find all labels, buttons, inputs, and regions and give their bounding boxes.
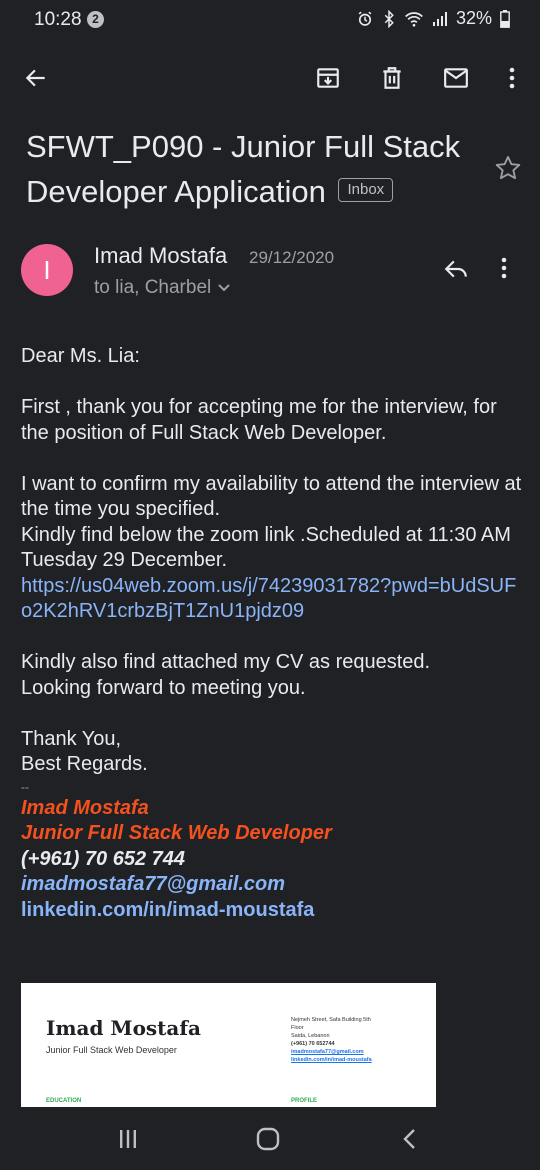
- email-body: Dear Ms. Lia: First , thank you for acce…: [21, 344, 526, 923]
- alarm-icon: [356, 10, 374, 28]
- body-paragraph-1: First , thank you for accepting me for t…: [21, 396, 497, 444]
- notification-count-badge: 2: [87, 11, 104, 28]
- chevron-down-icon: [217, 277, 231, 299]
- more-vert-icon[interactable]: [496, 62, 528, 94]
- cv-contact-block: Nejmeh Street, Safa Building 5th Floor S…: [291, 1016, 421, 1064]
- cv-attachment-preview[interactable]: Imad Mostafa Junior Full Stack Web Devel…: [21, 983, 436, 1107]
- arrow-back-icon[interactable]: [20, 62, 52, 94]
- nav-back-icon[interactable]: [394, 1125, 426, 1153]
- cv-section-education: EDUCATION: [46, 1098, 82, 1104]
- closing-line-2: Best Regards.: [21, 753, 148, 775]
- cv-address-line-2: Floor: [291, 1025, 304, 1031]
- signature-title: Junior Full Stack Web Developer: [21, 822, 332, 844]
- signature-separator: --: [21, 779, 29, 794]
- recipients-toggle[interactable]: to lia, Charbel: [94, 277, 231, 299]
- body-paragraph-3-line-2: Looking forward to meeting you.: [21, 676, 306, 699]
- star-icon[interactable]: [494, 154, 522, 182]
- cv-linkedin: linkedin.com/in/imad-moustafa: [291, 1057, 372, 1063]
- wifi-icon: [404, 10, 424, 28]
- battery-percent: 32%: [455, 8, 492, 28]
- message-more-icon[interactable]: [500, 256, 520, 284]
- system-nav-bar: [0, 1107, 540, 1170]
- body-paragraph-2-line-1: I want to confirm my availability to att…: [21, 472, 522, 521]
- signature-linkedin[interactable]: linkedin.com/in/imad-moustafa: [21, 898, 526, 924]
- signature-phone[interactable]: (+961) 70 652 744: [21, 847, 526, 873]
- cv-address-line-1: Nejmeh Street, Safa Building 5th: [291, 1017, 371, 1023]
- sender-name: Imad Mostafa: [94, 243, 228, 268]
- status-bar: 10:28 2 32%: [0, 0, 540, 42]
- email-toolbar: [0, 48, 540, 108]
- bluetooth-icon: [382, 9, 396, 28]
- zoom-link[interactable]: https://us04web.zoom.us/j/74239031782?pw…: [21, 574, 526, 625]
- closing-line-1: Thank You,: [21, 727, 122, 750]
- cv-phone: (+961) 70 652744: [291, 1041, 335, 1047]
- signature-email[interactable]: imadmostafa77@gmail.com: [21, 872, 526, 898]
- sender-avatar[interactable]: I: [21, 244, 73, 296]
- reply-icon[interactable]: [442, 256, 472, 284]
- email-date: 29/12/2020: [249, 248, 335, 267]
- status-icons: 32%: [356, 8, 510, 29]
- cv-address-line-3: Saida, Lebanon: [291, 1033, 330, 1039]
- signature-name: Imad Mostafa: [21, 796, 149, 819]
- trash-icon[interactable]: [376, 62, 408, 94]
- cv-section-profile: PROFILE: [291, 1098, 318, 1104]
- status-time: 10:28: [34, 9, 82, 30]
- body-paragraph-2-line-2: Kindly find below the zoom link .Schedul…: [21, 523, 511, 572]
- archive-icon[interactable]: [312, 62, 344, 94]
- recents-icon[interactable]: [112, 1125, 144, 1153]
- email-subject: SFWT_P090 - Junior Full Stack Developer …: [26, 124, 486, 214]
- greeting: Dear Ms. Lia:: [21, 345, 140, 367]
- signal-icon: [432, 11, 448, 27]
- cv-title: Junior Full Stack Web Developer: [46, 1045, 177, 1055]
- body-paragraph-3-line-1: Kindly also find attached my CV as reque…: [21, 651, 431, 673]
- home-icon[interactable]: [252, 1125, 284, 1153]
- recipients-text: to lia, Charbel: [94, 277, 212, 298]
- battery-icon: [500, 9, 510, 28]
- mail-icon[interactable]: [440, 62, 472, 94]
- inbox-label-chip[interactable]: Inbox: [338, 177, 394, 202]
- cv-email: imadmostafa77@gmail.com: [291, 1049, 364, 1055]
- cv-name: Imad Mostafa: [46, 1016, 201, 1040]
- subject-text: SFWT_P090 - Junior Full Stack Developer …: [26, 129, 461, 209]
